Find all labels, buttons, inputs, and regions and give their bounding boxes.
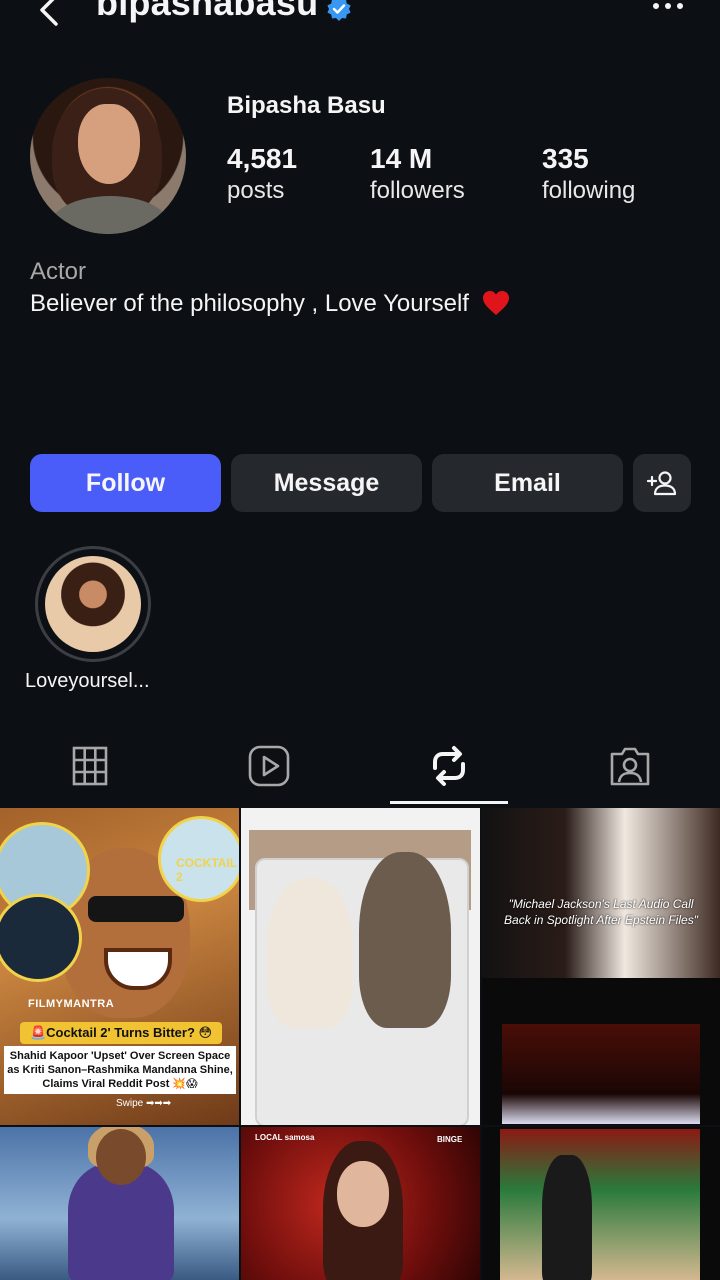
tile-logo-text: BINGE [437, 1135, 463, 1144]
following-count: 335 [542, 143, 589, 174]
highlight-thumbnail [45, 556, 141, 652]
tile-subtext: Shahid Kapoor 'Upset' Over Screen Space … [4, 1046, 236, 1094]
post-tile[interactable] [241, 808, 480, 1125]
message-button[interactable]: Message [231, 454, 422, 512]
add-user-icon [647, 471, 677, 496]
profile-bio: Believer of the philosophy , Love Yourse… [30, 290, 510, 318]
post-tile[interactable]: "Michael Jackson's Last Audio Call Back … [482, 808, 720, 1125]
story-highlight[interactable] [35, 546, 151, 662]
posts-count: 4,581 [227, 143, 298, 174]
tile-headline: 🚨Cocktail 2' Turns Bitter? 😳 [20, 1022, 222, 1044]
grid-tab-icon[interactable] [66, 742, 114, 790]
follow-button[interactable]: Follow [30, 454, 221, 512]
post-tile[interactable] [0, 1127, 239, 1280]
add-user-button[interactable] [633, 454, 691, 512]
tile-brand: FILMYMANTRA [28, 998, 115, 1010]
reposts-tab-icon[interactable] [425, 742, 473, 790]
reels-tab-icon[interactable] [245, 742, 293, 790]
post-tile[interactable] [482, 1127, 720, 1280]
active-tab-indicator [390, 801, 508, 804]
profile-username: bipashabasu [96, 0, 319, 23]
back-arrow-icon[interactable] [30, 0, 70, 32]
tile-overlay-text: COCKTAIL 2 [176, 856, 237, 884]
post-tile[interactable]: COCKTAIL 2 FILMYMANTRA 🚨Cocktail 2' Turn… [0, 808, 239, 1125]
posts-label: posts [227, 177, 285, 204]
following-label: following [542, 177, 636, 204]
highlight-label: Loveyoursel... [25, 670, 150, 692]
followers-label: followers [370, 177, 465, 204]
tagged-tab-icon[interactable] [606, 742, 654, 790]
heart-icon [482, 291, 509, 315]
tile-logo-text: LOCAL samosa [255, 1133, 315, 1142]
post-tile[interactable]: LOCAL samosa BINGE [241, 1127, 480, 1280]
tile-caption: "Michael Jackson's Last Audio Call Back … [504, 897, 698, 927]
verified-badge-icon [327, 0, 351, 21]
followers-count: 14 M [370, 143, 433, 174]
posts-stat[interactable]: 4,581 posts [227, 142, 297, 206]
tile-swipe-text: Swipe ➡➡➡ [116, 1098, 172, 1109]
email-button[interactable]: Email [432, 454, 623, 512]
following-stat[interactable]: 335 following [542, 142, 635, 206]
bio-text: Believer of the philosophy , Love Yourse… [30, 290, 469, 317]
followers-stat[interactable]: 14 M followers [370, 142, 465, 206]
profile-avatar[interactable] [30, 78, 186, 234]
profile-category: Actor [30, 258, 87, 285]
more-options-icon[interactable] [648, 0, 688, 18]
display-name: Bipasha Basu [227, 92, 386, 119]
